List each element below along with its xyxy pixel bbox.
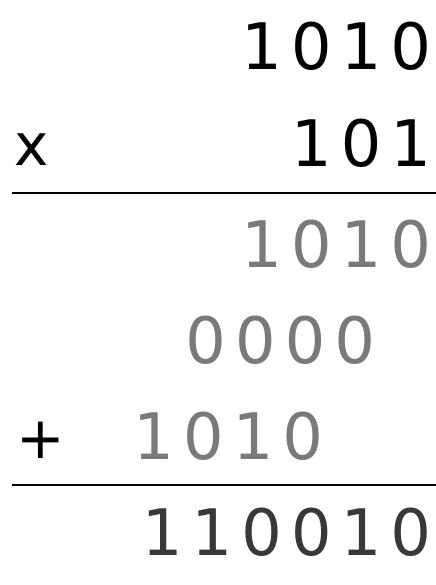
partial-product-2: 0000 xyxy=(185,305,384,379)
multiplicand: 1010 xyxy=(241,11,436,85)
times-operator: x xyxy=(14,111,49,179)
multiplier-row: x 101 xyxy=(0,105,436,185)
bottom-rule xyxy=(12,484,436,486)
partial-product-row: + 1010 xyxy=(0,398,436,478)
result-row: 110010 xyxy=(0,494,436,574)
partial-product-3: 1010 xyxy=(133,401,332,475)
partial-product-row: 1010 xyxy=(0,206,436,286)
partial-product-1: 1010 xyxy=(241,209,436,283)
multiplier: 101 xyxy=(290,108,436,182)
partial-product-row: 0000 xyxy=(0,302,436,382)
result: 110010 xyxy=(141,497,436,571)
top-rule xyxy=(12,192,436,194)
plus-operator: + xyxy=(16,404,65,472)
multiplicand-row: 1010 xyxy=(0,8,436,88)
